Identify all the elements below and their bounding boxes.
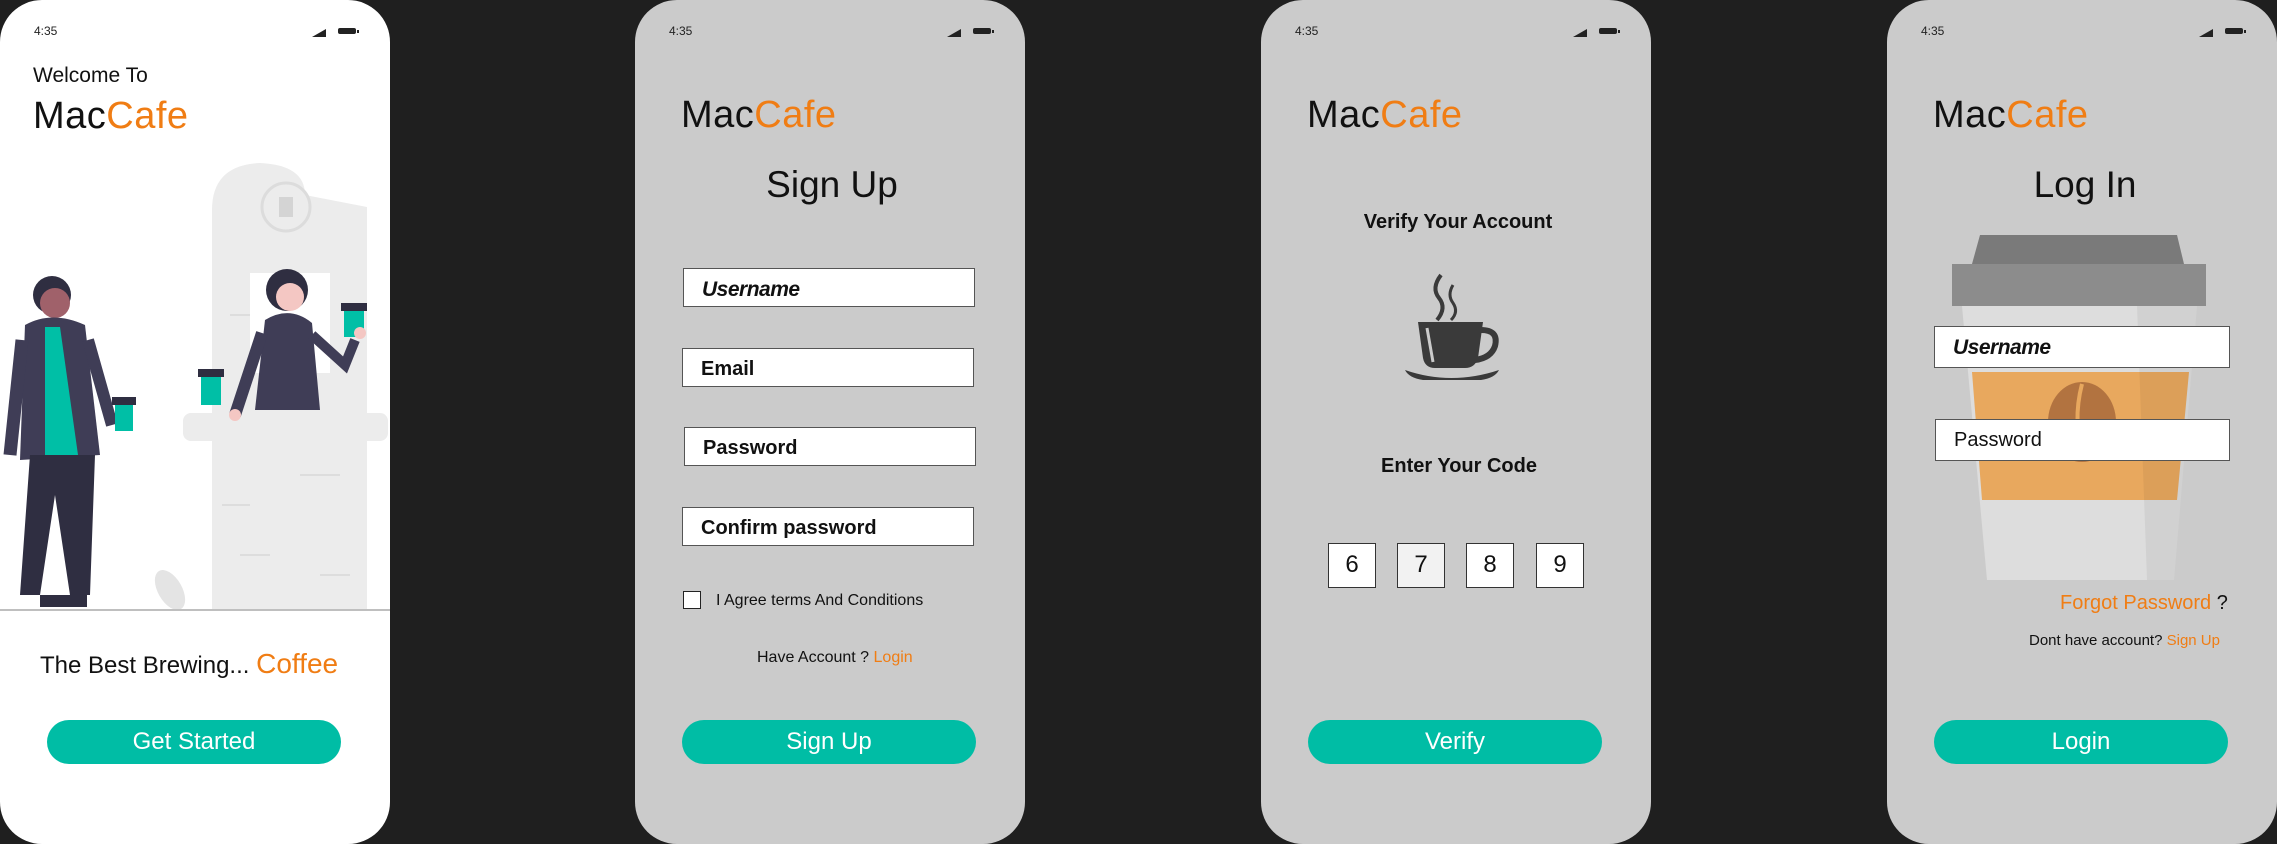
page-title: Log In xyxy=(2033,164,2137,205)
brand-cafe: Cafe xyxy=(754,94,837,136)
coffee-cup-illustration xyxy=(1952,235,2206,580)
brand-logo: MacCafe xyxy=(33,95,189,138)
signup-link[interactable]: Sign Up xyxy=(2167,632,2220,649)
agree-checkbox[interactable] xyxy=(683,591,701,609)
brand-logo: MacCafe xyxy=(1307,94,1463,137)
no-account-text: Dont have account? xyxy=(2029,632,2163,649)
forgot-question-mark: ? xyxy=(2216,592,2228,614)
brand-cafe: Cafe xyxy=(106,95,189,137)
login-screen: 4:35 MacCafe Log In Username Password Fo… xyxy=(1887,0,2277,844)
brand-logo: MacCafe xyxy=(1933,94,2089,137)
status-bar: 4:35 xyxy=(669,24,994,40)
status-time: 4:35 xyxy=(1295,24,1319,38)
password-field[interactable]: Password xyxy=(1935,419,2230,461)
signal-icon xyxy=(312,26,326,40)
page-title: Sign Up xyxy=(766,164,898,205)
verify-button[interactable]: Verify xyxy=(1308,720,1602,764)
status-time: 4:35 xyxy=(669,24,693,38)
verify-screen: 4:35 MacCafe Verify Your Account Enter Y… xyxy=(1261,0,1651,844)
tagline-text: The Best Brewing... xyxy=(40,652,250,679)
password-field[interactable]: Password xyxy=(684,427,976,466)
welcome-screen: 4:35 Welcome To MacCafe The Best Brewing… xyxy=(0,0,390,844)
code-digit-4[interactable]: 9 xyxy=(1536,543,1584,588)
verify-heading: Verify Your Account xyxy=(1363,211,1553,233)
status-bar: 4:35 xyxy=(34,24,359,40)
brand-cafe: Cafe xyxy=(2006,94,2089,136)
forgot-password-row: Forgot Password ? xyxy=(2060,592,2228,615)
welcome-text: Welcome To xyxy=(33,64,148,87)
brand-mac: Mac xyxy=(681,94,755,136)
have-account-row: Have Account ? Login xyxy=(757,649,913,667)
agree-label: I Agree terms And Conditions xyxy=(716,592,924,609)
brand-logo: MacCafe xyxy=(681,94,837,137)
status-bar: 4:35 xyxy=(1921,24,2246,40)
coffee-cup-icon xyxy=(1405,273,1499,380)
code-digit-3[interactable]: 8 xyxy=(1466,543,1514,588)
have-account-text: Have Account ? xyxy=(757,649,870,666)
brand-mac: Mac xyxy=(33,95,107,137)
email-field[interactable]: Email xyxy=(682,348,974,387)
status-time: 4:35 xyxy=(34,24,58,38)
confirm-password-field[interactable]: Confirm password xyxy=(682,507,974,546)
tagline-accent: Coffee xyxy=(256,648,339,679)
signup-button[interactable]: Sign Up xyxy=(682,720,976,764)
signal-icon xyxy=(2199,26,2213,40)
signal-icon xyxy=(947,26,961,40)
signup-prompt-row: Dont have account? Sign Up xyxy=(2029,632,2220,649)
battery-icon xyxy=(2225,28,2246,34)
username-field[interactable]: Username xyxy=(683,268,975,307)
barista-illustration xyxy=(0,163,390,611)
login-link[interactable]: Login xyxy=(874,649,913,666)
battery-icon xyxy=(973,28,994,34)
forgot-password-link[interactable]: Forgot Password xyxy=(2060,592,2211,614)
get-started-button[interactable]: Get Started xyxy=(47,720,341,764)
signal-icon xyxy=(1573,26,1587,40)
login-button[interactable]: Login xyxy=(1934,720,2228,764)
brand-cafe: Cafe xyxy=(1380,94,1463,136)
code-label: Enter Your Code xyxy=(1381,455,1537,477)
status-time: 4:35 xyxy=(1921,24,1945,38)
code-digit-1[interactable]: 6 xyxy=(1328,543,1376,588)
code-digit-2[interactable]: 7 xyxy=(1397,543,1445,588)
battery-icon xyxy=(1599,28,1620,34)
status-bar: 4:35 xyxy=(1295,24,1620,40)
tagline: The Best Brewing... Coffee xyxy=(40,648,338,680)
signup-screen: 4:35 MacCafe Sign Up Username Email Pass… xyxy=(635,0,1025,844)
brand-mac: Mac xyxy=(1307,94,1381,136)
battery-icon xyxy=(338,28,359,34)
username-field[interactable]: Username xyxy=(1934,326,2230,368)
brand-mac: Mac xyxy=(1933,94,2007,136)
